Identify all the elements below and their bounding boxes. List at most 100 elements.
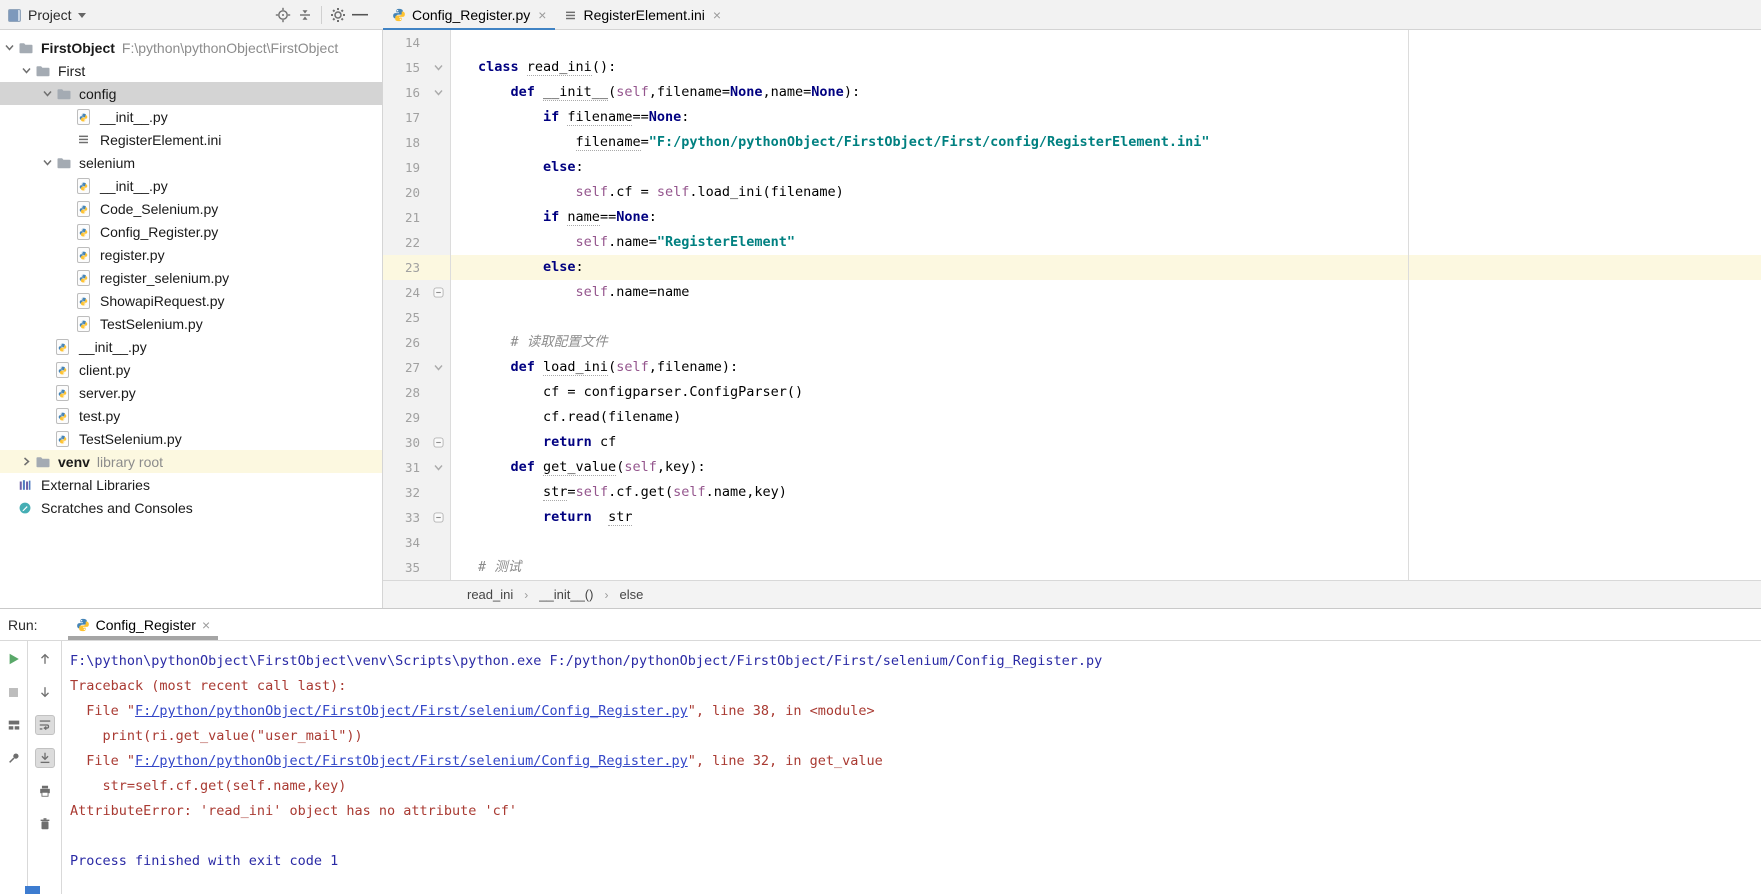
code-line-16[interactable]: 16 def __init__(self,filename=None,name=… [383,80,1761,105]
tree-item-showapirequest-py[interactable]: ShowapiRequest.py [0,289,382,312]
line-number[interactable]: 18 [383,130,427,155]
line-number[interactable]: 16 [383,80,427,105]
chevron-expanded-icon[interactable] [17,62,35,80]
code-line-29[interactable]: 29 cf.read(filename) [383,405,1761,430]
locate-button[interactable] [272,4,294,26]
code-line-17[interactable]: 17 if filename==None: [383,105,1761,130]
line-number[interactable]: 28 [383,380,427,405]
line-number[interactable]: 33 [383,505,427,530]
breadcrumb-item-init[interactable]: __init__() [537,587,595,602]
code-line-19[interactable]: 19 else: [383,155,1761,180]
project-toolwindow-icon[interactable] [8,8,21,22]
breadcrumb-item-else[interactable]: else [617,587,645,602]
fold-marker-icon[interactable] [427,355,451,380]
fold-marker-icon[interactable] [427,455,451,480]
run-tab-config-register[interactable]: Config_Register × [67,609,219,640]
tree-item-init-py[interactable]: __init__.py [0,174,382,197]
line-number[interactable]: 27 [383,355,427,380]
line-number[interactable]: 25 [383,305,427,330]
line-number[interactable]: 32 [383,480,427,505]
chevron-expanded-icon[interactable] [0,39,18,57]
code-line-33[interactable]: 33 return str [383,505,1761,530]
soft-wrap-button[interactable] [34,715,55,735]
line-number[interactable]: 34 [383,530,427,555]
rerun-button[interactable] [4,649,24,669]
code-line-20[interactable]: 20 self.cf = self.load_ini(filename) [383,180,1761,205]
line-number[interactable]: 17 [383,105,427,130]
tree-item-register-selenium-py[interactable]: register_selenium.py [0,266,382,289]
clear-button[interactable] [35,814,55,834]
line-number[interactable]: 26 [383,330,427,355]
code-line-25[interactable]: 25 [383,305,1761,330]
line-number[interactable]: 21 [383,205,427,230]
code-line-14[interactable]: 14 [383,30,1761,55]
restore-layout-button[interactable] [4,715,24,735]
line-number[interactable]: 30 [383,430,427,455]
tree-item-register-py[interactable]: register.py [0,243,382,266]
fold-marker-icon[interactable] [427,430,451,455]
chevron-expanded-icon[interactable] [38,85,56,103]
line-number[interactable]: 14 [383,30,427,55]
tree-item-venv[interactable]: venv library root [0,450,382,473]
tab-close-icon[interactable]: × [538,7,546,23]
tree-item-registerelement-ini[interactable]: RegisterElement.ini [0,128,382,151]
hide-button[interactable]: — [349,4,371,26]
chevron-expanded-icon[interactable] [38,154,56,172]
line-number[interactable]: 29 [383,405,427,430]
up-button[interactable] [35,649,55,669]
tree-item-testselenium-py[interactable]: TestSelenium.py [0,427,382,450]
tree-item-server-py[interactable]: server.py [0,381,382,404]
run-console[interactable]: F:\python\pythonObject\FirstObject\venv\… [62,641,1761,894]
tree-item-init-py[interactable]: __init__.py [0,335,382,358]
print-button[interactable] [35,781,55,801]
line-number[interactable]: 20 [383,180,427,205]
code-line-18[interactable]: 18 filename="F:/python/pythonObject/Firs… [383,130,1761,155]
project-panel-title[interactable]: Project [28,7,72,23]
traceback-file-link[interactable]: F:/python/pythonObject/FirstObject/First… [135,753,688,769]
tree-item-code-selenium-py[interactable]: Code_Selenium.py [0,197,382,220]
collapse-all-button[interactable] [294,4,316,26]
line-number[interactable]: 19 [383,155,427,180]
tab-close-icon[interactable]: × [713,7,721,23]
tree-item-config-register-py[interactable]: Config_Register.py [0,220,382,243]
line-number[interactable]: 31 [383,455,427,480]
down-button[interactable] [35,682,55,702]
code-line-34[interactable]: 34 [383,530,1761,555]
code-line-23[interactable]: 23 else: [383,255,1761,280]
code-line-21[interactable]: 21 if name==None: [383,205,1761,230]
chevron-collapsed-icon[interactable] [17,453,35,471]
tree-item-test-py[interactable]: test.py [0,404,382,427]
stop-button[interactable] [4,682,24,702]
scroll-to-end-button[interactable] [34,748,55,768]
tree-item-external-libraries[interactable]: External Libraries [0,473,382,496]
code-line-35[interactable]: 35 # 测试 [383,555,1761,580]
editor-tab-registerelement-ini[interactable]: RegisterElement.ini × [555,0,730,30]
fold-marker-icon[interactable] [427,280,451,305]
project-tree[interactable]: FirstObject F:\python\pythonObject\FirstO… [0,30,383,608]
code-line-31[interactable]: 31 def get_value(self,key): [383,455,1761,480]
breadcrumb-item-read-ini[interactable]: read_ini [465,587,515,602]
line-number[interactable]: 24 [383,280,427,305]
line-number[interactable]: 15 [383,55,427,80]
line-number[interactable]: 23 [383,255,427,280]
code-line-22[interactable]: 22 self.name="RegisterElement" [383,230,1761,255]
code-line-24[interactable]: 24 self.name=name [383,280,1761,305]
tree-item-testselenium-py[interactable]: TestSelenium.py [0,312,382,335]
code-line-32[interactable]: 32 str=self.cf.get(self.name,key) [383,480,1761,505]
settings-button[interactable] [327,4,349,26]
code-line-27[interactable]: 27 def load_ini(self,filename): [383,355,1761,380]
chevron-down-icon[interactable] [77,12,86,18]
fold-marker-icon[interactable] [427,80,451,105]
code-editor[interactable]: 14 15 class read_ini(): 16 def __init__(sel… [383,30,1761,608]
tree-item-first[interactable]: First [0,59,382,82]
pin-button[interactable] [4,748,24,768]
code-line-15[interactable]: 15 class read_ini(): [383,55,1761,80]
tree-item-init-py[interactable]: __init__.py [0,105,382,128]
tree-item-scratches-and-consoles[interactable]: Scratches and Consoles [0,496,382,519]
code-line-28[interactable]: 28 cf = configparser.ConfigParser() [383,380,1761,405]
line-number[interactable]: 35 [383,555,427,580]
code-line-26[interactable]: 26 # 读取配置文件 [383,330,1761,355]
tree-item-config[interactable]: config [0,82,382,105]
tab-close-icon[interactable]: × [202,617,210,633]
code-line-30[interactable]: 30 return cf [383,430,1761,455]
